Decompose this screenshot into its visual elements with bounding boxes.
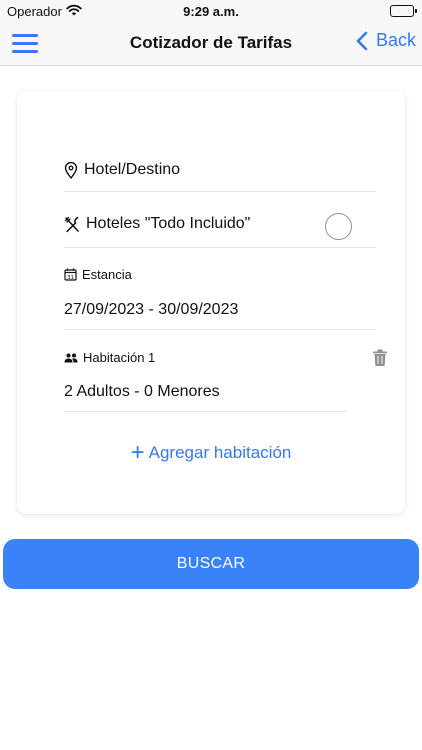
fork-knife-icon: [64, 216, 80, 233]
back-button-label: Back: [375, 30, 416, 50]
all-inclusive-row: Hoteles "Todo Incluido": [64, 204, 376, 248]
hotel-destination-placeholder: Hotel/Destino: [84, 161, 181, 178]
battery-icon: [390, 5, 417, 17]
location-pin-icon: [64, 161, 78, 179]
people-icon: [64, 353, 78, 363]
hotel-destination-field[interactable]: Hotel/Destino: [64, 151, 376, 192]
room-1-field[interactable]: Habitación 1 2 Adultos - 0 Menores: [64, 349, 347, 412]
menu-icon[interactable]: [12, 34, 38, 54]
stay-label: Estancia: [82, 267, 132, 282]
chevron-left-icon: [356, 31, 368, 50]
quote-form-card: Hotel/Destino Hoteles "Todo Incluido" 31…: [17, 91, 405, 514]
calendar-icon: 31: [64, 268, 77, 281]
status-bar: Operador 9:29 a.m.: [0, 0, 422, 22]
stay-dates-field[interactable]: 31 Estancia 27/09/2023 - 30/09/2023: [64, 267, 376, 330]
trash-icon[interactable]: [372, 349, 388, 372]
all-inclusive-label: Hoteles "Todo Incluido": [86, 215, 251, 232]
back-button[interactable]: Back: [356, 30, 416, 51]
status-time: 9:29 a.m.: [183, 4, 239, 19]
navigation-bar: Cotizador de Tarifas Back: [0, 22, 422, 66]
room-1-label: Habitación 1: [83, 350, 156, 365]
add-room-label: Agregar habitación: [148, 443, 292, 462]
calendar-icon-day: 31: [67, 275, 74, 281]
all-inclusive-radio[interactable]: [325, 213, 352, 240]
add-room-button[interactable]: + Agregar habitación: [17, 441, 405, 465]
stay-dates-value: 27/09/2023 - 30/09/2023: [64, 301, 239, 318]
room-1-guests: 2 Adultos - 0 Menores: [64, 383, 220, 400]
plus-icon: +: [130, 439, 145, 466]
search-button[interactable]: BUSCAR: [3, 539, 419, 589]
